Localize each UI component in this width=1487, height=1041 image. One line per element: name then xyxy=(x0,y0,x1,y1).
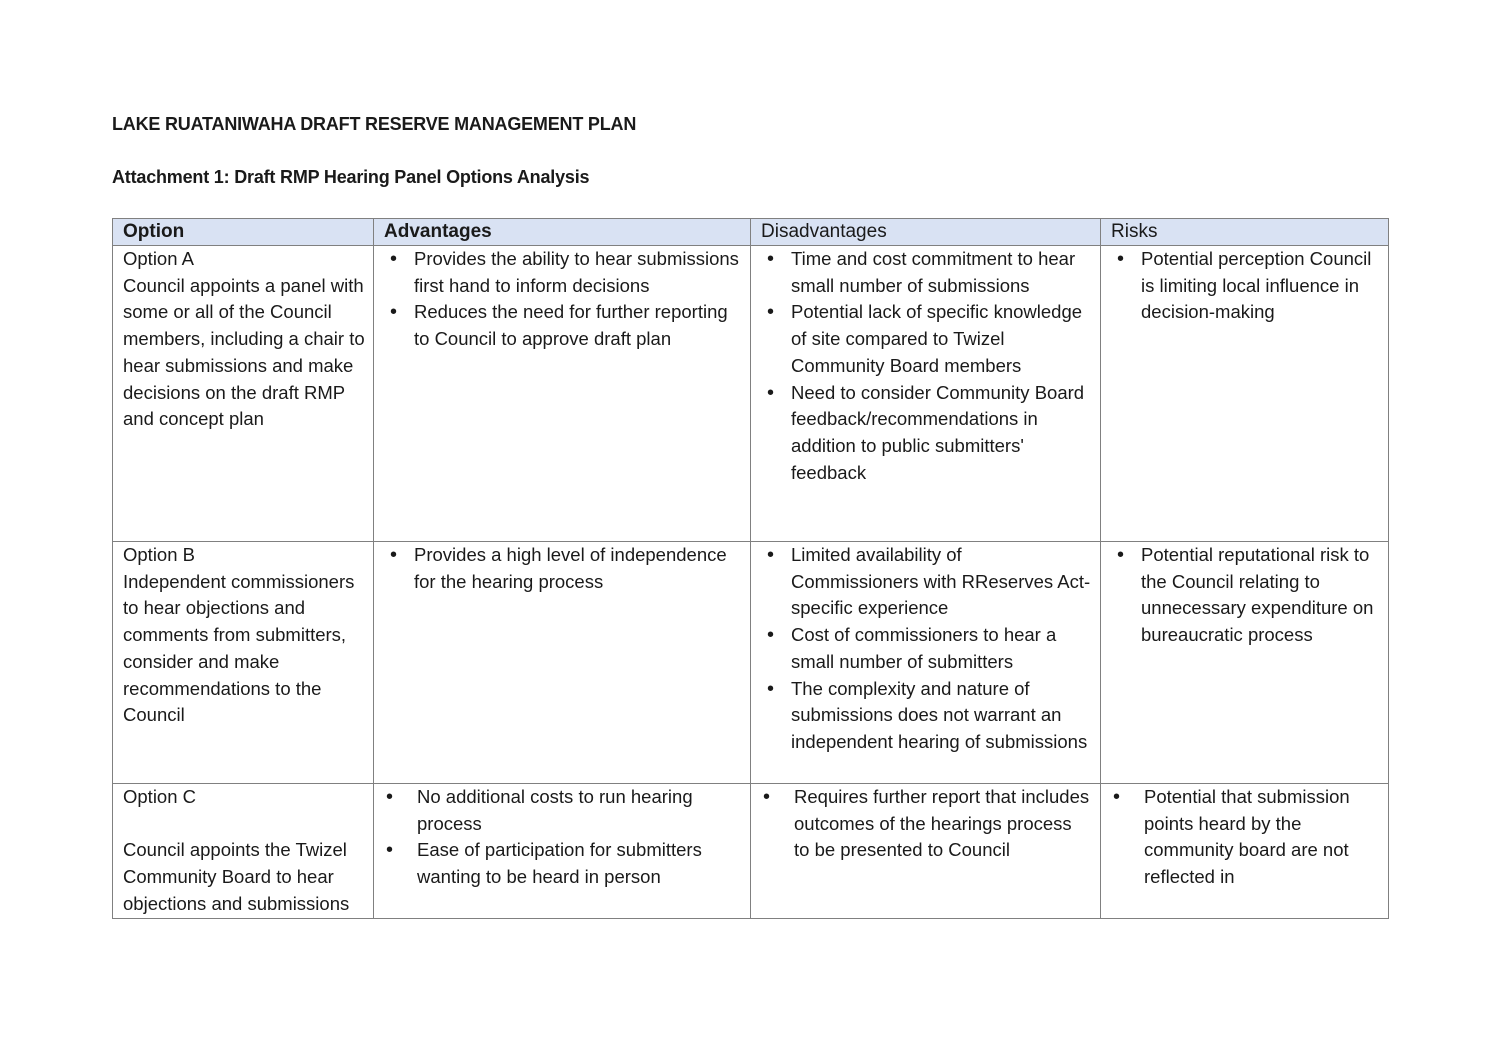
list-item: No additional costs to run hearing proce… xyxy=(384,784,742,837)
option-cell: Option A Council appoints a panel with s… xyxy=(112,245,374,542)
list-item: Need to consider Community Board feedbac… xyxy=(761,380,1092,487)
risks-cell: Potential perception Council is limiting… xyxy=(1100,245,1389,542)
advantages-cell: No additional costs to run hearing proce… xyxy=(373,783,751,919)
disadvantages-cell: Limited availability of Commissioners wi… xyxy=(750,541,1101,784)
header-disadvantages: Disadvantages xyxy=(750,218,1101,246)
table-row-option-b: Option B Independent commissioners to he… xyxy=(112,541,1389,784)
list-item: Ease of participation for submitters wan… xyxy=(384,837,742,890)
list-item: Potential that submission points heard b… xyxy=(1111,784,1380,891)
risks-cell: Potential that submission points heard b… xyxy=(1100,783,1389,919)
list-item: Time and cost commitment to hear small n… xyxy=(761,246,1092,299)
document-subtitle: Attachment 1: Draft RMP Hearing Panel Op… xyxy=(112,167,590,187)
table-row-option-c: Option C Council appoints the Twizel Com… xyxy=(112,783,1389,919)
table-row-option-a: Option A Council appoints a panel with s… xyxy=(112,245,1389,542)
option-name: Option A xyxy=(123,248,194,269)
list-item: Provides the ability to hear submissions… xyxy=(384,246,742,299)
disadvantages-cell: Time and cost commitment to hear small n… xyxy=(750,245,1101,542)
option-description: Council appoints the Twizel Community Bo… xyxy=(123,839,350,914)
option-description: Council appoints a panel with some or al… xyxy=(123,274,365,430)
list-item: Cost of commissioners to hear a small nu… xyxy=(761,622,1092,675)
list-item: The complexity and nature of submissions… xyxy=(761,676,1092,756)
option-name: Option B xyxy=(123,544,195,565)
advantages-cell: Provides a high level of independence fo… xyxy=(373,541,751,784)
list-item: Potential reputational risk to the Counc… xyxy=(1111,542,1380,649)
header-risks: Risks xyxy=(1100,218,1389,246)
option-description: Independent commissioners to hear object… xyxy=(123,570,355,726)
list-item: Provides a high level of independence fo… xyxy=(384,542,742,595)
list-item: Reduces the need for further reporting t… xyxy=(384,299,742,352)
header-option: Option xyxy=(112,218,374,246)
option-cell: Option B Independent commissioners to he… xyxy=(112,541,374,784)
table-header-row: Option Advantages Disadvantages Risks xyxy=(112,218,1389,246)
advantages-cell: Provides the ability to hear submissions… xyxy=(373,245,751,542)
option-cell: Option C Council appoints the Twizel Com… xyxy=(112,783,374,919)
risks-cell: Potential reputational risk to the Counc… xyxy=(1100,541,1389,784)
list-item: Potential lack of specific knowledge of … xyxy=(761,299,1092,379)
list-item: Potential perception Council is limiting… xyxy=(1111,246,1380,326)
list-item: Limited availability of Commissioners wi… xyxy=(761,542,1092,622)
options-analysis-table: Option Advantages Disadvantages Risks Op… xyxy=(112,218,1389,919)
header-advantages: Advantages xyxy=(373,218,751,246)
disadvantages-cell: Requires further report that includes ou… xyxy=(750,783,1101,919)
list-item: Requires further report that includes ou… xyxy=(761,784,1092,864)
document-title: LAKE RUATANIWAHA DRAFT RESERVE MANAGEMEN… xyxy=(112,114,637,134)
option-name: Option C xyxy=(123,786,197,807)
